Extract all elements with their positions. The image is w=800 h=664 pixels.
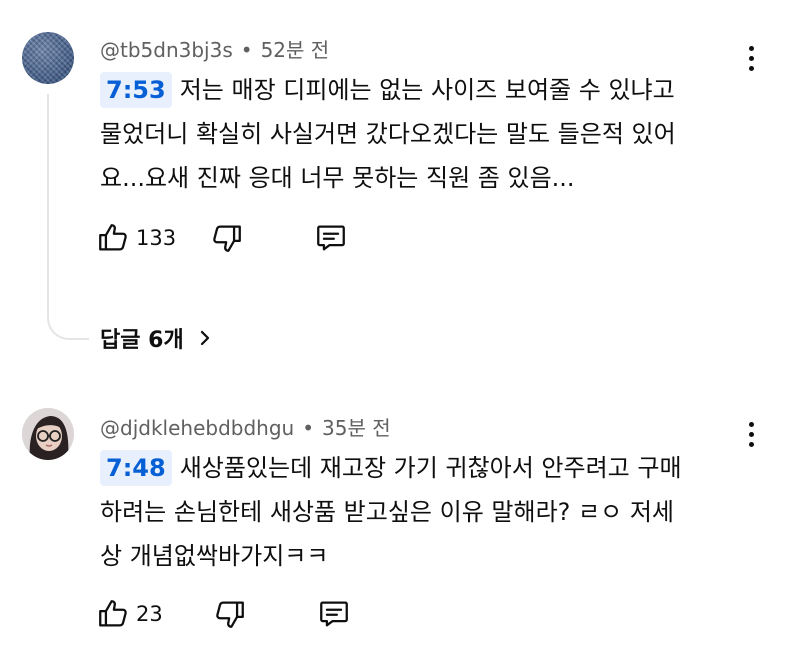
more-vertical-icon — [748, 421, 754, 447]
timestamp-link[interactable]: 7:48 — [100, 450, 172, 486]
meta-separator: • — [240, 38, 253, 62]
comment-line: 7:48 새상품있는데 재고장 가기 귀찮아서 안주려고 구매 — [100, 446, 780, 490]
like-button[interactable]: 23 — [96, 597, 163, 631]
comment-meta: @tb5dn3bj3s • 52분 전 — [100, 34, 329, 63]
comment-line: 요...요새 진짜 응대 너무 못하는 직원 좀 있음... — [100, 164, 575, 192]
view-replies-button[interactable]: 답글 6개 — [100, 320, 214, 356]
reply-button[interactable] — [314, 221, 348, 255]
author-name[interactable]: @djdklehebdbdhgu — [100, 416, 294, 440]
replies-label: 답글 6개 — [100, 328, 184, 353]
comment-line: 물었더니 확실히 사실거면 갔다오겠다는 말도 들은적 있어 — [100, 120, 676, 148]
reply-button[interactable] — [317, 597, 351, 631]
timestamp-link[interactable]: 7:53 — [100, 72, 172, 108]
thumbs-down-icon — [213, 225, 241, 252]
comment-line: 상 개념없싹바가지ㅋㅋ — [100, 542, 329, 570]
dislike-button[interactable] — [210, 221, 244, 255]
more-vertical-icon — [748, 45, 754, 71]
like-count: 133 — [136, 226, 177, 250]
meta-separator: • — [302, 416, 314, 440]
comment-text: 7:48 새상품있는데 재고장 가기 귀찮아서 안주려고 구매 하려는 손님한테 … — [100, 446, 780, 578]
thumbs-up-icon — [99, 224, 127, 251]
comment-text: 7:53 저는 매장 디피에는 없는 사이즈 보여줄 수 있냐고 물었더니 확실히… — [100, 68, 780, 200]
comment-time: 52분 전 — [260, 38, 330, 62]
like-count: 23 — [136, 602, 163, 626]
comment-meta: @djdklehebdbdhgu • 35분 전 — [100, 412, 391, 441]
thread-line — [47, 94, 89, 340]
comment-time: 35분 전 — [322, 416, 391, 440]
avatar[interactable] — [22, 32, 74, 84]
comment-actions: 133 — [96, 218, 348, 258]
chevron-right-icon — [200, 330, 209, 346]
like-button[interactable]: 133 — [96, 221, 176, 255]
comment-line: 하려는 손님한테 새상품 받고싶은 이유 말해라? ㄹㅇ 저세 — [100, 498, 674, 526]
dislike-button[interactable] — [213, 597, 247, 631]
avatar-image — [22, 408, 74, 460]
comment-reply-icon — [319, 601, 348, 627]
author-name[interactable]: @tb5dn3bj3s — [100, 38, 233, 62]
comment-actions: 23 — [96, 594, 351, 634]
thumbs-down-icon — [215, 601, 244, 628]
comment-reply-icon — [317, 225, 345, 251]
avatar[interactable] — [22, 408, 74, 460]
comment-line: 7:53 저는 매장 디피에는 없는 사이즈 보여줄 수 있냐고 — [100, 68, 780, 112]
thumbs-up-icon — [99, 600, 127, 627]
